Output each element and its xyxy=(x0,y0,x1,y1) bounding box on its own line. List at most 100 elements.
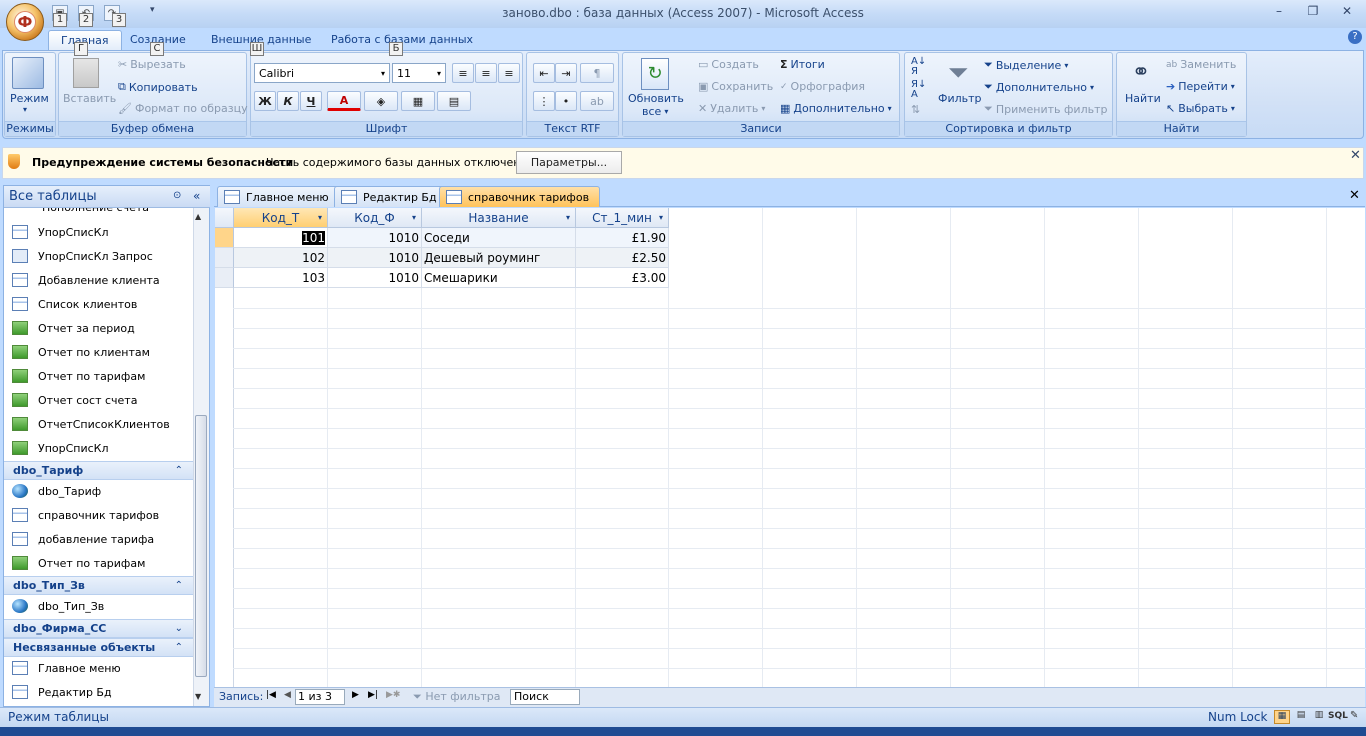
chevron-down-icon[interactable]: ▾ xyxy=(566,213,570,222)
table-cell[interactable]: Смешарики xyxy=(422,268,576,288)
security-options-button[interactable]: Параметры... xyxy=(516,151,622,174)
chevron-down-icon[interactable]: ▾ xyxy=(659,213,663,222)
scroll-down-icon[interactable]: ▼ xyxy=(195,692,201,701)
refresh-all-sub[interactable]: все ▾ xyxy=(642,105,668,118)
select-all-corner[interactable] xyxy=(215,208,234,228)
nav-item[interactable]: УпорСписКл xyxy=(12,221,192,243)
prev-record-icon[interactable]: ◀ xyxy=(284,690,291,700)
nav-item[interactable]: dbo_Тариф xyxy=(12,480,192,502)
design-view-icon[interactable]: ✎ xyxy=(1350,710,1358,721)
fill-color-icon[interactable]: ◈ xyxy=(364,91,398,111)
delete-record-button[interactable]: ✕ Удалить ▾ xyxy=(698,102,765,115)
help-icon[interactable]: ? xyxy=(1348,30,1362,44)
doc-tab-tariff-directory[interactable]: справочник тарифов xyxy=(439,186,601,207)
find-button[interactable]: Найти xyxy=(1125,92,1161,105)
nav-item[interactable]: Добавление клиента xyxy=(12,269,192,291)
nav-menu-dropdown-icon[interactable]: ⊙ xyxy=(173,190,181,201)
nav-item[interactable]: ОтчетСписокКлиентов xyxy=(12,413,192,435)
nav-item[interactable]: Отчет по клиентам xyxy=(12,341,192,363)
nav-item[interactable]: Отчет по тарифам xyxy=(12,365,192,387)
font-color-button[interactable]: A xyxy=(327,91,361,111)
sort-descending-icon[interactable]: Я↓ А xyxy=(911,80,926,100)
nav-item[interactable]: Отчет сост счета xyxy=(12,389,192,411)
pivot-chart-view-icon[interactable]: ▥ xyxy=(1311,710,1327,724)
scroll-up-icon[interactable]: ▲ xyxy=(195,212,201,221)
format-painter-button[interactable]: 🖌 Формат по образцу xyxy=(118,102,248,115)
nav-group-tip[interactable]: dbo_Тип_Зв ⌃ xyxy=(4,576,193,595)
italic-button[interactable]: К xyxy=(277,91,299,111)
chevron-down-icon[interactable]: ▾ xyxy=(318,213,322,222)
font-size-select[interactable]: 11 ▾ xyxy=(392,63,446,83)
view-button[interactable]: Режим xyxy=(10,92,49,105)
table-cell[interactable]: £1.90 xyxy=(576,228,669,248)
doc-tab-editor[interactable]: Редактир Бд xyxy=(334,186,448,207)
table-cell[interactable]: Дешевый роуминг xyxy=(422,248,576,268)
nav-item[interactable]: Редактир Бд xyxy=(12,681,192,703)
nav-scroll-thumb[interactable] xyxy=(195,415,207,677)
pivot-table-view-icon[interactable]: ▤ xyxy=(1293,710,1309,724)
nav-item[interactable]: Список клиентов xyxy=(12,293,192,315)
refresh-all-button[interactable]: Обновить xyxy=(628,92,684,105)
highlight-icon[interactable]: ab xyxy=(580,91,614,111)
doc-tab-main-menu[interactable]: Главное меню xyxy=(217,186,340,207)
close-document-icon[interactable]: ✕ xyxy=(1349,188,1360,203)
select-button[interactable]: ↖ Выбрать ▾ xyxy=(1166,102,1235,115)
sql-view-button[interactable]: SQL xyxy=(1328,711,1348,721)
copy-button[interactable]: ⧉ Копировать xyxy=(118,80,198,94)
spelling-button[interactable]: ✓ Орфография xyxy=(780,80,865,93)
table-cell[interactable]: 102 xyxy=(234,248,328,268)
increase-indent-icon[interactable]: ⇥ xyxy=(555,63,577,83)
selection-button[interactable]: ⏷ Выделение ▾ xyxy=(984,58,1068,72)
sort-ascending-icon[interactable]: А↓ Я xyxy=(911,57,926,77)
paste-button[interactable]: Вставить xyxy=(63,92,116,105)
table-cell[interactable]: 1010 xyxy=(328,268,422,288)
new-record-button[interactable]: ▭ Создать xyxy=(698,58,759,71)
gridlines-icon[interactable]: ▦ xyxy=(401,91,435,111)
last-record-icon[interactable]: ▶| xyxy=(368,690,378,700)
nav-item[interactable]: Отчет за период xyxy=(12,317,192,339)
next-record-icon[interactable]: ▶ xyxy=(352,690,359,700)
font-name-select[interactable]: Calibri ▾ xyxy=(254,63,390,83)
paragraph-icon[interactable]: ¶ xyxy=(580,63,614,83)
numbering-icon[interactable]: ⋮ xyxy=(533,91,555,111)
datasheet-view-icon[interactable]: ▦ xyxy=(1274,710,1290,724)
nav-item-cut[interactable]: Пополнение счета xyxy=(12,208,192,215)
record-position-input[interactable]: 1 из 3 xyxy=(295,689,345,705)
totals-button[interactable]: Σ Итоги xyxy=(780,58,825,71)
nav-item[interactable]: УпорСписКл xyxy=(12,437,192,459)
nav-item[interactable]: Отчет по тарифам xyxy=(12,552,192,574)
search-input[interactable]: Поиск xyxy=(510,689,580,705)
nav-group-firma[interactable]: dbo_Фирма_СС ⌄ xyxy=(4,619,193,638)
table-cell[interactable]: £2.50 xyxy=(576,248,669,268)
align-right-icon[interactable]: ≡ xyxy=(498,63,520,83)
more-records-button[interactable]: ▦ Дополнительно ▾ xyxy=(780,102,892,115)
nav-group-tarif[interactable]: dbo_Тариф ⌃ xyxy=(4,461,193,480)
maximize-button[interactable]: ❐ xyxy=(1302,4,1324,20)
nav-group-unbound[interactable]: Несвязанные объекты ⌃ xyxy=(4,638,193,657)
office-button[interactable]: Ф xyxy=(6,3,44,41)
clear-sort-icon[interactable]: ⇅ xyxy=(911,103,920,116)
underline-button[interactable]: Ч xyxy=(300,91,322,111)
align-left-icon[interactable]: ≡ xyxy=(452,63,474,83)
column-header[interactable]: Название ▾ xyxy=(422,208,576,228)
cut-button[interactable]: ✂ Вырезать xyxy=(118,58,186,71)
table-cell[interactable]: 103 xyxy=(234,268,328,288)
row-selector[interactable] xyxy=(215,268,234,288)
filter-button[interactable]: Фильтр xyxy=(938,92,982,105)
toggle-filter-button[interactable]: ⏷ Применить фильтр xyxy=(984,102,1107,116)
row-selector[interactable] xyxy=(215,248,234,268)
nav-item[interactable]: dbo_Тип_Зв xyxy=(12,595,192,617)
row-selector[interactable] xyxy=(215,228,234,248)
no-filter-button[interactable]: ⏷ Нет фильтра xyxy=(413,690,500,704)
table-cell[interactable]: Соседи xyxy=(422,228,576,248)
bullets-icon[interactable]: • xyxy=(555,91,577,111)
chevron-down-icon[interactable]: ▾ xyxy=(412,213,416,222)
align-center-icon[interactable]: ≡ xyxy=(475,63,497,83)
nav-collapse-icon[interactable]: « xyxy=(193,189,200,203)
minimize-button[interactable]: – xyxy=(1268,4,1290,20)
alternate-fill-icon[interactable]: ▤ xyxy=(437,91,471,111)
nav-item[interactable]: добавление тарифа xyxy=(12,528,192,550)
save-record-button[interactable]: ▣ Сохранить xyxy=(698,80,773,93)
first-record-icon[interactable]: |◀ xyxy=(266,690,276,700)
bold-button[interactable]: Ж xyxy=(254,91,276,111)
